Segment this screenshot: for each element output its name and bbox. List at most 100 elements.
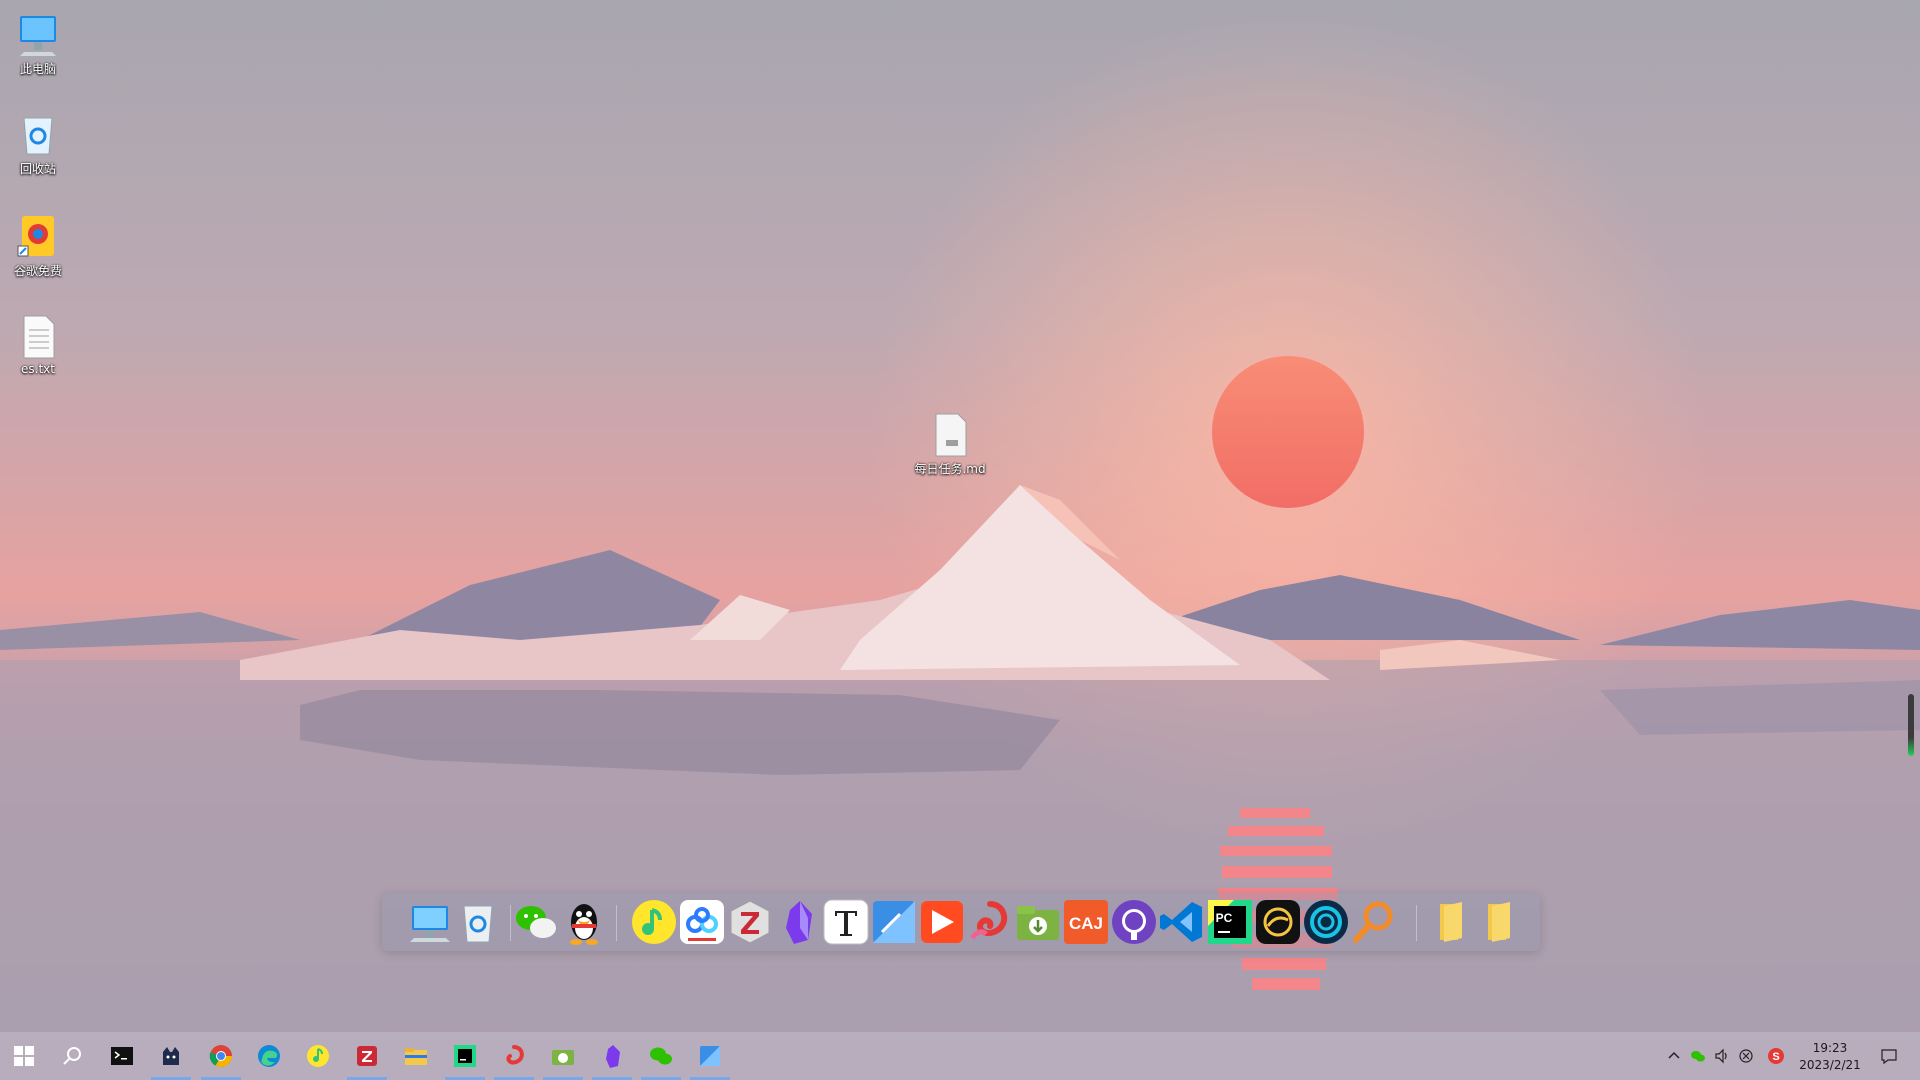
dock-zotero[interactable] [726, 898, 774, 946]
folder-icon [1488, 902, 1510, 942]
swirl-icon [506, 1045, 524, 1065]
clock-time: 19:23 [1812, 1041, 1848, 1055]
notification-icon [1881, 1049, 1897, 1065]
dock-recycle-bin[interactable] [454, 898, 502, 946]
shortcut-icon [17, 216, 54, 257]
snipaste-icon [873, 901, 915, 943]
dock-caj-viewer[interactable]: CAJ [1062, 898, 1110, 946]
notification-center-button[interactable] [1874, 1032, 1904, 1080]
qq-music-icon [632, 900, 676, 944]
folder-icon [405, 1048, 427, 1065]
tray-ime[interactable]: S [1764, 1032, 1788, 1080]
taskbar-download-manager[interactable] [539, 1032, 587, 1080]
taskbar-clock[interactable]: 19:23 2023/2/21 [1788, 1040, 1872, 1074]
dock-pycharm[interactable]: PC [1206, 898, 1254, 946]
text-file-icon [23, 315, 55, 359]
dock-folder-1[interactable] [1428, 898, 1476, 946]
start-button[interactable] [0, 1032, 48, 1080]
taskbar-search-button[interactable] [48, 1032, 96, 1080]
snipaste-icon [700, 1046, 720, 1066]
pycharm-icon [454, 1045, 476, 1067]
chevron-up-icon [1668, 1051, 1680, 1059]
taskbar-chrome[interactable] [197, 1032, 245, 1080]
dock-folder-2[interactable] [1476, 898, 1524, 946]
dock-qq[interactable] [560, 898, 608, 946]
desktop-icon-label: 每日任务.md [914, 462, 986, 476]
taskbar-potplayer-red[interactable] [490, 1032, 538, 1080]
dock-separator [616, 905, 617, 941]
wechat-icon [516, 906, 556, 938]
zotero-icon [730, 900, 770, 944]
vscode-icon [1160, 902, 1202, 942]
taskbar-qq-music[interactable] [294, 1032, 342, 1080]
dock-baidu-netdisk[interactable] [678, 898, 726, 946]
dock-this-pc[interactable] [406, 898, 454, 946]
caj-label: CAJ [1069, 914, 1103, 933]
dock-snipaste[interactable] [870, 898, 918, 946]
desktop-icon-daily-tasks[interactable]: 每日任务.md [912, 410, 988, 477]
oracle-icon [1256, 900, 1300, 944]
desktop-icon-label: 回收站 [19, 162, 56, 176]
taskbar-obsidian[interactable] [588, 1032, 636, 1080]
taskbar-file-explorer[interactable] [392, 1032, 440, 1080]
sogou-ime-icon: S [1768, 1048, 1784, 1064]
taskbar-zotero[interactable] [343, 1032, 391, 1080]
desktop-icon-es-txt[interactable]: es.txt [0, 312, 76, 376]
zotero-icon [357, 1046, 377, 1066]
show-hidden-icons-button[interactable] [1662, 1032, 1686, 1080]
dock-download-manager[interactable] [1014, 898, 1062, 946]
dock-oracle[interactable] [1254, 898, 1302, 946]
recycle-bin-icon [23, 117, 53, 155]
computer-icon [20, 16, 56, 56]
pycharm-icon: PC [1208, 900, 1252, 944]
wechat-icon [650, 1047, 672, 1065]
taskbar-pycharm[interactable] [441, 1032, 489, 1080]
dock-qq-music[interactable] [630, 898, 678, 946]
qq-icon [570, 904, 598, 945]
github-icon [1112, 900, 1156, 944]
taskbar-snipaste[interactable] [686, 1032, 734, 1080]
taskbar-wechat[interactable] [637, 1032, 685, 1080]
qq-music-icon [307, 1045, 329, 1067]
baidu-netdisk-icon [680, 900, 724, 944]
desktop-icon-shortcut[interactable]: 谷歌免费 [0, 212, 76, 279]
speaker-icon [1715, 1048, 1727, 1064]
dock-separator [510, 905, 511, 941]
desktop-icon-label: 谷歌免费 [13, 264, 62, 278]
markdown-file-icon [935, 413, 967, 457]
app-dock: CAJ PC [382, 893, 1540, 951]
dock-obsidian[interactable] [774, 898, 822, 946]
desktop-icon-recycle-bin[interactable]: 回收站 [0, 110, 76, 177]
taskbar: S 19:23 2023/2/21 [0, 1032, 1920, 1080]
wechat-icon [1691, 1051, 1705, 1062]
swirl-icon [970, 901, 1007, 940]
taskbar-terminal[interactable] [98, 1032, 146, 1080]
obsidian-icon [786, 901, 812, 944]
dock-everything[interactable] [966, 898, 1014, 946]
search-icon [63, 1047, 81, 1065]
magnifier-icon [1353, 901, 1393, 943]
dock-wechat[interactable] [512, 898, 560, 946]
tray-volume[interactable] [1710, 1032, 1734, 1080]
dock-vscode[interactable] [1158, 898, 1206, 946]
taskbar-edge[interactable] [245, 1032, 293, 1080]
dock-potplayer[interactable] [918, 898, 966, 946]
dock-clash[interactable] [1302, 898, 1350, 946]
ime-label: S [1772, 1051, 1779, 1063]
tray-wechat[interactable] [1686, 1032, 1710, 1080]
side-volume-indicator[interactable] [1908, 694, 1914, 756]
dock-github-desktop[interactable] [1110, 898, 1158, 946]
caj-viewer-icon: CAJ [1064, 900, 1108, 944]
dock-typora[interactable] [822, 898, 870, 946]
taskbar-clash-cat[interactable] [147, 1032, 195, 1080]
tray-network[interactable] [1734, 1032, 1758, 1080]
dock-search[interactable] [1350, 898, 1398, 946]
terminal-icon [111, 1047, 133, 1065]
clash-icon [1304, 900, 1348, 944]
computer-icon [410, 906, 450, 942]
dock-separator [1416, 905, 1417, 941]
windows-icon [14, 1046, 34, 1066]
desktop-icon-this-pc[interactable]: 此电脑 [0, 10, 76, 77]
edge-icon [258, 1045, 280, 1067]
folder-icon [1440, 902, 1462, 942]
